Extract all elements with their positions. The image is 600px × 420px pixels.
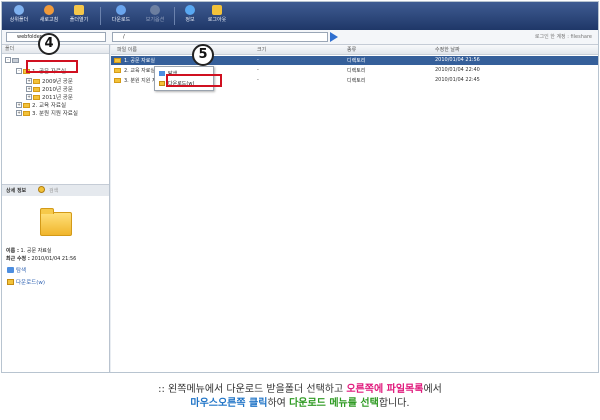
highlight-box-context: [166, 74, 222, 87]
large-folder-icon: [40, 208, 72, 236]
search-icon[interactable]: [38, 186, 45, 193]
toolbar: 상위폴더 새로고침 폴더열기 다운로드 보기옵션 정보 로그아웃: [2, 2, 598, 30]
download-icon: [116, 5, 126, 15]
tab-search[interactable]: 검색: [49, 187, 58, 194]
lock-icon: [212, 5, 222, 15]
caption-line-1: :: 왼쪽메뉴에서 다운로드 받을폴더 선택하고 오른쪽에 파일목록에서: [158, 384, 442, 395]
folder-icon: [33, 86, 40, 92]
expand-icon[interactable]: +: [16, 102, 22, 108]
highlight-box-left: [26, 60, 78, 73]
file-list-panel: 파일 이름 크기 종류 수정한 날짜 1. 공문 자료실 - 디렉토리 2010…: [111, 45, 598, 372]
step-badge-5: 5: [192, 44, 214, 66]
folder-icon: [23, 102, 30, 108]
view-icon: [150, 5, 160, 15]
folder-icon: [33, 94, 40, 100]
refresh-icon: [44, 5, 54, 15]
folder-icon: [114, 78, 121, 83]
folder-icon: [74, 5, 84, 15]
path-input[interactable]: /: [112, 32, 328, 42]
folder-icon: [23, 110, 30, 116]
open-folder-button[interactable]: 폴더열기: [66, 4, 92, 28]
info-icon: [185, 5, 195, 15]
download-link[interactable]: 다운로드(w): [7, 278, 45, 286]
expand-icon[interactable]: +: [26, 78, 32, 84]
logout-button[interactable]: 로그아웃: [204, 4, 230, 28]
caption-line-2: 마우스오른쪽 클릭하여 다운로드 메뉴를 선택합니다.: [190, 398, 410, 409]
toolbar-divider: [174, 7, 175, 25]
instruction-caption: :: 왼쪽메뉴에서 다운로드 받을폴더 선택하고 오른쪽에 파일목록에서 마우스…: [0, 383, 600, 411]
expand-icon[interactable]: +: [26, 94, 32, 100]
info-button[interactable]: 정보: [180, 4, 200, 28]
up-arrow-icon: [14, 5, 24, 15]
tree-item-2009[interactable]: + 2009년 공문: [26, 77, 73, 85]
detail-modified: 최근 수정 : 2010/01/04 21:56: [6, 256, 77, 262]
explore-icon: [7, 267, 14, 273]
login-account-text: 로그인 한 계정 : fileshare: [534, 34, 592, 40]
expand-icon[interactable]: +: [16, 110, 22, 116]
detail-name: 이름 : 1. 공문 자료실: [6, 248, 52, 254]
column-size[interactable]: 크기: [257, 46, 266, 53]
go-arrow-icon[interactable]: [330, 32, 338, 42]
detail-panel: 이름 : 1. 공문 자료실 최근 수정 : 2010/01/04 21:56 …: [2, 196, 109, 372]
table-row[interactable]: 1. 공문 자료실 - 디렉토리 2010/01/04 21:56: [111, 56, 598, 65]
folder-icon: [114, 68, 121, 73]
collapse-icon[interactable]: -: [5, 57, 11, 63]
download-folder-icon: [159, 81, 165, 86]
toolbar-divider: [100, 7, 101, 25]
folder-icon: [114, 58, 121, 63]
tree-item-2[interactable]: + 2. 교육 자료실: [16, 101, 66, 109]
expand-icon[interactable]: +: [26, 86, 32, 92]
tree-item-3[interactable]: + 3. 분원 지원 자료실: [16, 109, 78, 117]
download-folder-icon: [7, 279, 14, 285]
tree-root[interactable]: -: [5, 57, 21, 63]
step-badge-4: 4: [38, 33, 60, 55]
drive-icon: [12, 57, 19, 63]
tree-item-2011[interactable]: + 2011년 공문: [26, 93, 73, 101]
explore-link[interactable]: 탐색: [7, 266, 26, 274]
download-button[interactable]: 다운로드: [108, 4, 134, 28]
explore-icon: [159, 71, 165, 76]
tree-item-2010[interactable]: + 2010년 공문: [26, 85, 73, 93]
up-folder-button[interactable]: 상위폴더: [6, 4, 32, 28]
refresh-button[interactable]: 새로고침: [36, 4, 62, 28]
tab-details[interactable]: 상세 정보: [6, 187, 26, 194]
view-options-button[interactable]: 보기옵션: [142, 4, 168, 28]
column-date[interactable]: 수정한 날짜: [435, 46, 460, 53]
file-list-header: 파일 이름 크기 종류 수정한 날짜: [111, 45, 598, 55]
column-type[interactable]: 종류: [347, 46, 356, 53]
folder-tree-panel: 폴더 - - 1. 공문 자료실 + 2009년 공문 + 2010년 공문 +…: [2, 45, 110, 372]
column-name[interactable]: 파일 이름: [117, 46, 137, 53]
folder-icon: [33, 78, 40, 84]
collapse-icon[interactable]: -: [16, 68, 22, 74]
web-folder-window: 상위폴더 새로고침 폴더열기 다운로드 보기옵션 정보 로그아웃 webfold…: [1, 1, 599, 373]
address-bar: webfolder / 로그인 한 계정 : fileshare: [2, 30, 598, 45]
